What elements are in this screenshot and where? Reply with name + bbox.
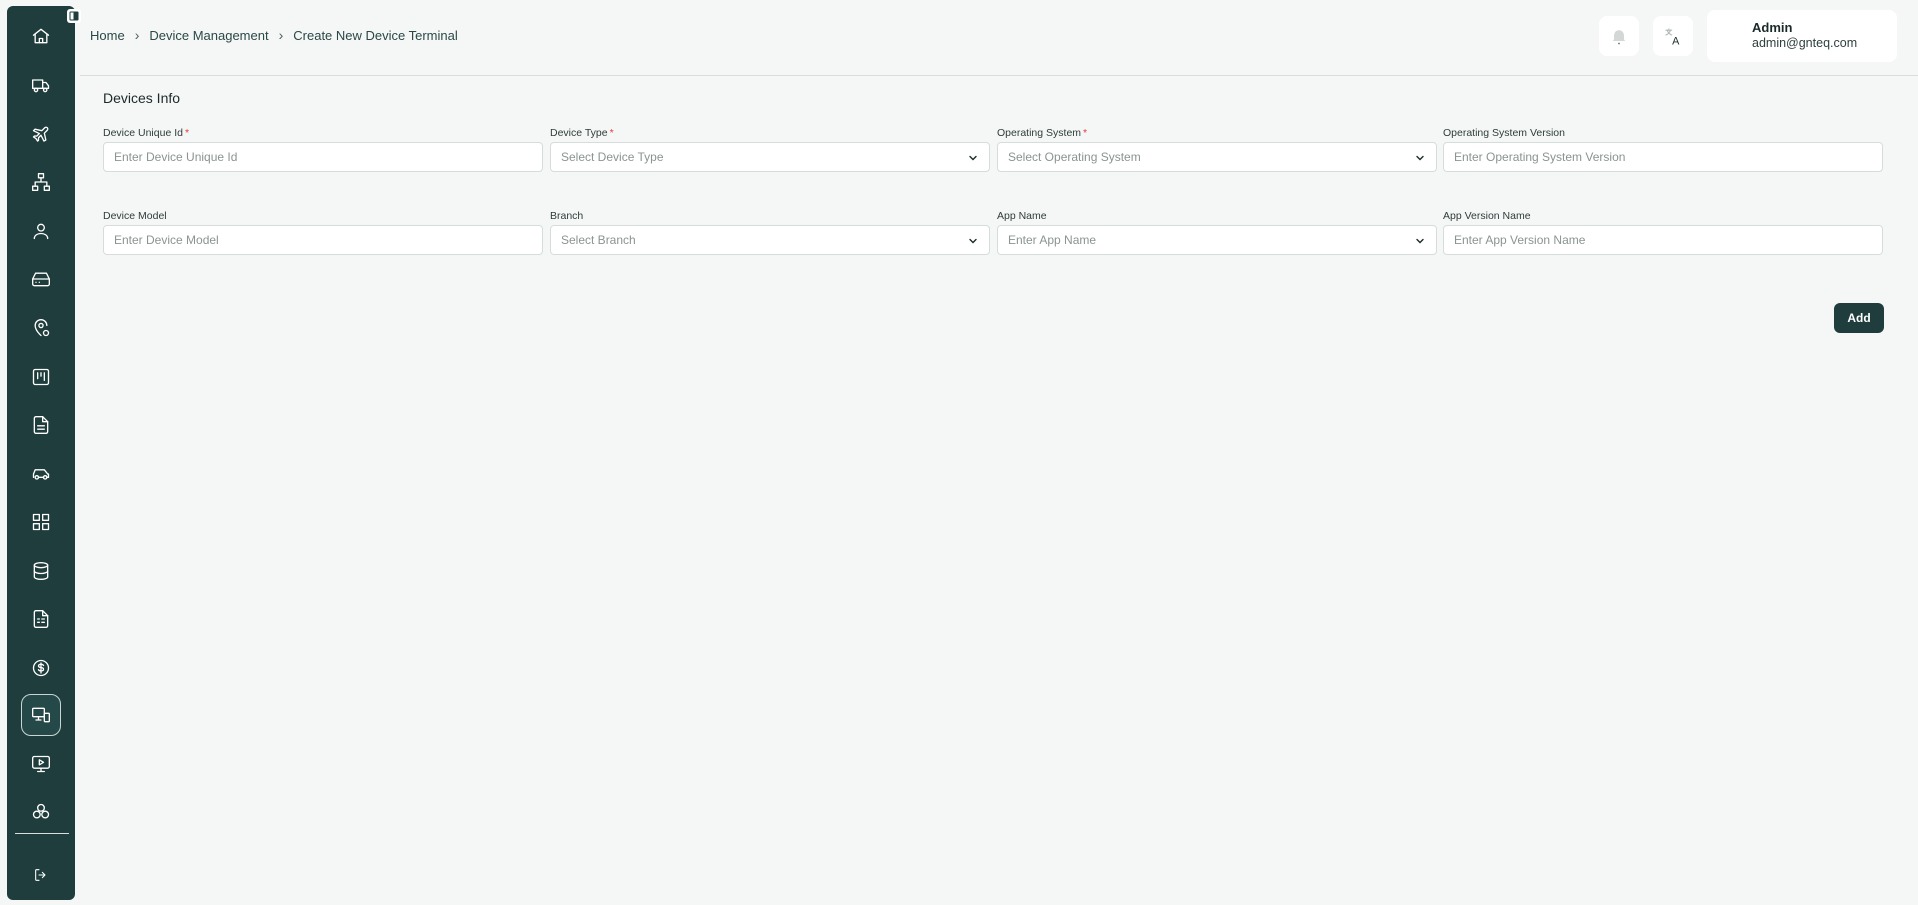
logout-button[interactable] (21, 855, 61, 895)
device-type-select[interactable]: Select Device Type (550, 142, 990, 172)
car-icon (32, 469, 50, 480)
sidebar (7, 6, 75, 900)
device-model-input[interactable] (114, 233, 542, 247)
section-title: Devices Info (103, 90, 181, 106)
operating-system-label: Operating System (997, 127, 1082, 139)
chevron-down-icon (969, 238, 977, 244)
database-icon (33, 562, 49, 580)
app-version-name-label: App Version Name (1443, 210, 1531, 222)
device-unique-id-label: Device Unique Id (103, 127, 183, 139)
sidebar-item-users[interactable] (21, 211, 61, 251)
operating-system-placeholder: Select Operating System (1008, 150, 1141, 164)
sidebar-item-device-management[interactable] (21, 694, 61, 736)
sidebar-item-database[interactable] (21, 551, 61, 591)
dollar-icon (32, 659, 50, 677)
network-icon (31, 173, 50, 191)
app-name-select[interactable]: Enter App Name (997, 225, 1437, 255)
translate-icon: A (1665, 28, 1680, 46)
branch-label: Branch (550, 210, 584, 222)
device-unique-id-input[interactable] (114, 150, 542, 164)
breadcrumb: Home › Device Management › Create New De… (90, 27, 458, 43)
report-icon (33, 610, 49, 628)
language-button[interactable]: A (1653, 16, 1693, 56)
sidebar-item-integrations[interactable] (21, 792, 61, 832)
home-icon (32, 28, 50, 44)
plane-icon (32, 126, 49, 142)
sidebar-item-flights[interactable] (21, 114, 61, 154)
app-name-label: App Name (997, 210, 1047, 222)
svg-text:A: A (1672, 35, 1680, 46)
location-settings-icon (34, 319, 50, 337)
sidebar-item-organization[interactable] (21, 162, 61, 202)
document-icon (33, 416, 49, 434)
branch-field: Branch Select Branch (550, 209, 990, 255)
monitor-play-icon (32, 755, 50, 773)
sidebar-item-vehicles[interactable] (21, 454, 61, 494)
device-terminal-icon (32, 707, 50, 723)
breadcrumb-home[interactable]: Home (90, 28, 125, 43)
user-icon (33, 223, 49, 240)
app-name-placeholder: Enter App Name (1008, 233, 1097, 247)
top-header: Home › Device Management › Create New De… (80, 0, 1918, 76)
sidebar-item-storage[interactable] (21, 259, 61, 299)
operating-system-version-label: Operating System Version (1443, 127, 1565, 139)
app-version-name-input[interactable] (1454, 233, 1882, 247)
sidebar-item-shipments[interactable] (21, 65, 61, 105)
required-marker: * (184, 127, 190, 139)
chevron-down-icon (1416, 155, 1424, 161)
sidebar-item-documents[interactable] (21, 405, 61, 445)
sidebar-item-reports[interactable] (21, 599, 61, 639)
kanban-icon (32, 368, 50, 386)
user-name: Admin (1752, 20, 1793, 35)
required-marker: * (609, 127, 614, 139)
breadcrumb-separator-icon: › (278, 27, 284, 43)
breadcrumb-current: Create New Device Terminal (293, 27, 458, 43)
sidebar-toggle-icon (69, 11, 79, 21)
app-name-field: App Name Enter App Name (997, 209, 1437, 255)
user-profile-card[interactable]: Admin admin@gnteq.com (1707, 10, 1897, 62)
cluster-icon (32, 803, 50, 819)
branch-select[interactable]: Select Branch (550, 225, 990, 255)
sidebar-item-dashboard[interactable] (21, 502, 61, 542)
add-button[interactable]: Add (1834, 303, 1884, 333)
truck-icon (31, 79, 50, 93)
operating-system-version-field: Operating System Version (1443, 126, 1883, 172)
branch-placeholder: Select Branch (561, 233, 636, 247)
logout-icon (35, 869, 46, 881)
dashboard-grid-icon (32, 513, 50, 531)
sidebar-item-monitoring[interactable] (21, 744, 61, 784)
sidebar-divider (15, 833, 69, 834)
chevron-down-icon (969, 155, 977, 161)
device-type-label: Device Type (550, 127, 608, 139)
required-marker: * (1083, 127, 1088, 139)
sidebar-item-finance[interactable] (21, 648, 61, 688)
app-version-name-box (1443, 225, 1883, 255)
operating-system-select[interactable]: Select Operating System (997, 142, 1437, 172)
chevron-down-icon (1416, 238, 1424, 244)
device-model-field: Device Model (103, 209, 543, 255)
breadcrumb-device-management[interactable]: Device Management (149, 28, 268, 43)
operating-system-version-box (1443, 142, 1883, 172)
device-unique-id-box (103, 142, 543, 172)
sidebar-item-boards[interactable] (21, 357, 61, 397)
device-unique-id-field: Device Unique Id * (103, 126, 543, 172)
sidebar-item-locations[interactable] (21, 308, 61, 348)
user-email: admin@gnteq.com (1752, 36, 1858, 50)
bell-icon (1612, 30, 1626, 45)
operating-system-version-input[interactable] (1454, 150, 1882, 164)
operating-system-field: Operating System * Select Operating Syste… (997, 126, 1437, 172)
device-model-label: Device Model (103, 210, 167, 222)
app-version-name-field: App Version Name (1443, 209, 1883, 255)
sidebar-collapse-button[interactable] (67, 9, 81, 23)
device-type-field: Device Type * Select Device Type (550, 126, 990, 172)
breadcrumb-separator-icon: › (134, 27, 140, 43)
notifications-button[interactable] (1599, 16, 1639, 56)
device-model-box (103, 225, 543, 255)
hard-drive-icon (31, 272, 50, 287)
sidebar-item-home[interactable] (21, 16, 61, 56)
device-type-placeholder: Select Device Type (561, 150, 664, 164)
